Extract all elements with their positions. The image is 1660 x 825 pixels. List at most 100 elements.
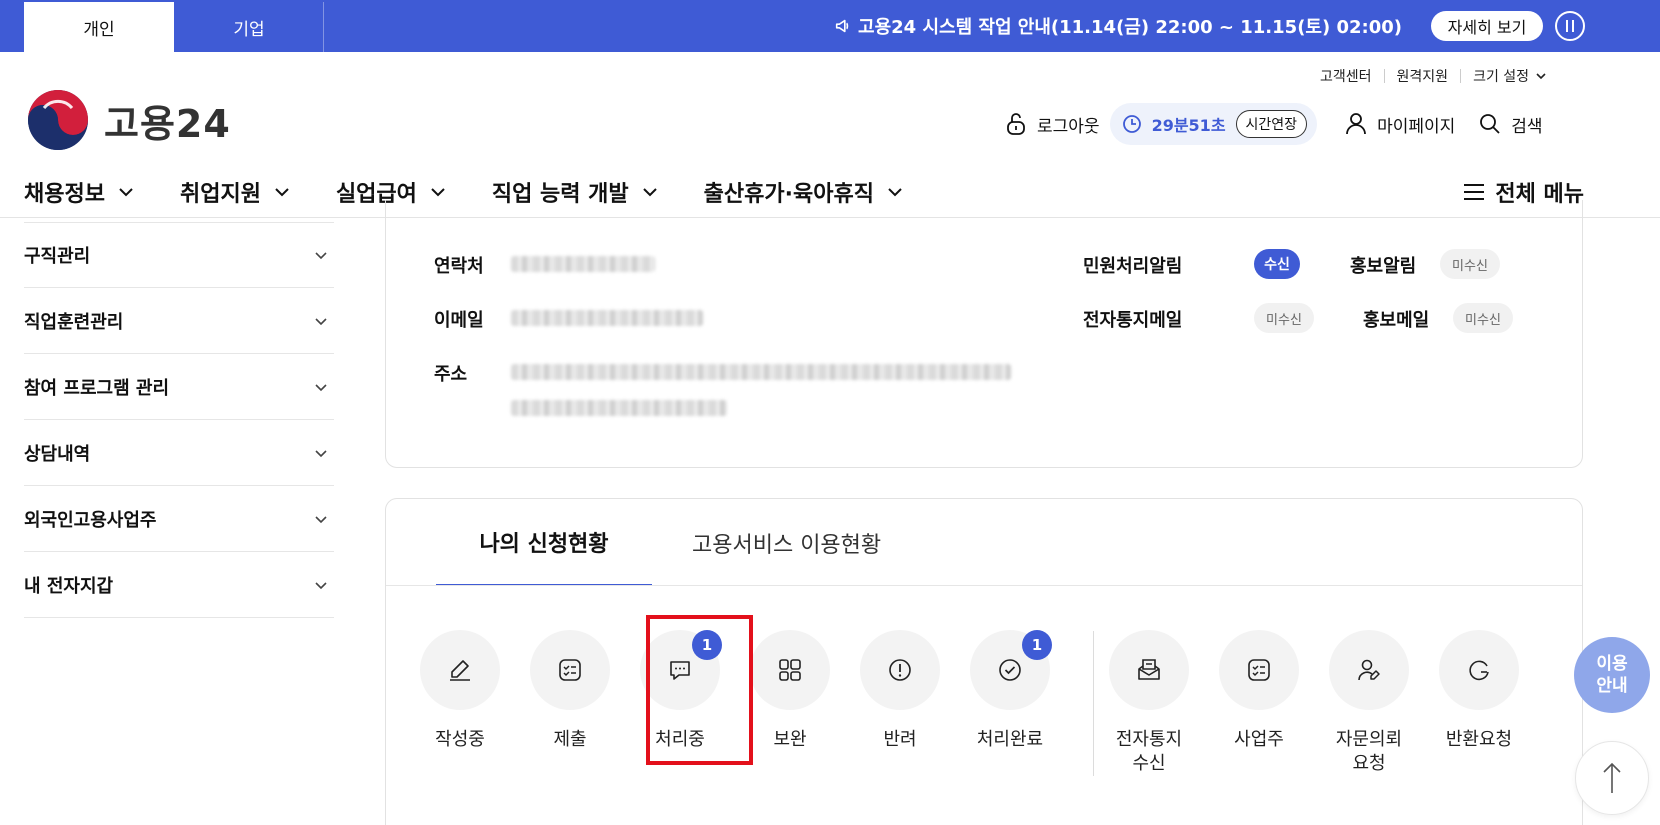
highlight-processing xyxy=(646,615,753,765)
topbar-divider xyxy=(323,2,324,52)
pencil-icon xyxy=(450,660,470,681)
checklist-icon xyxy=(1248,659,1270,681)
civil-alert-badge: 수신 xyxy=(1254,249,1300,279)
usage-guide-button[interactable]: 이용 안내 xyxy=(1574,637,1650,713)
tab-service-usage[interactable]: 고용서비스 이용현황 xyxy=(652,499,921,586)
tab-my-applications[interactable]: 나의 신청현황 xyxy=(436,499,652,586)
status-item-completed[interactable]: 1 처리완료 xyxy=(955,630,1065,752)
address-value-redacted xyxy=(511,364,1011,380)
status-item-drafting[interactable]: 작성중 xyxy=(405,630,515,752)
sidebar-item-label: 참여 프로그램 관리 xyxy=(24,377,170,399)
sidebar-item-counseling[interactable]: 상담내역 xyxy=(24,420,334,486)
mypage-label: 마이페이지 xyxy=(1377,116,1456,137)
profile-card: 연락처 이메일 주소 민원처리알림 수신 홍보알림 미수신 전자통지메일 미수신… xyxy=(385,200,1583,468)
sidebar-item-foreign-employer[interactable]: 외국인고용사업주 xyxy=(24,486,334,552)
status-label: 자문의뢰 요청 xyxy=(1335,729,1403,775)
taegeuk-logo-icon xyxy=(28,90,88,150)
pause-button[interactable] xyxy=(1555,11,1585,41)
chevron-down-icon xyxy=(275,188,289,197)
chevron-down-icon xyxy=(315,383,327,391)
notice-text: 고용24 시스템 작업 안내(11.14(금) 22:00 ~ 11.15(토)… xyxy=(858,17,1402,38)
status-label: 처리완료 xyxy=(976,729,1044,750)
search-button[interactable]: 검색 xyxy=(1479,112,1543,137)
logout-button[interactable]: 로그아웃 xyxy=(1005,112,1100,137)
status-label: 반려 xyxy=(883,729,917,750)
system-notice[interactable]: 고용24 시스템 작업 안내(11.14(금) 22:00 ~ 11.15(토)… xyxy=(834,0,1402,52)
chevron-down-icon xyxy=(888,188,902,197)
remote-support-link[interactable]: 원격지원 xyxy=(1397,66,1449,86)
status-item-advisory-request[interactable]: 자문의뢰 요청 xyxy=(1314,630,1424,777)
email-label: 이메일 xyxy=(434,310,484,331)
mypage-link[interactable]: 마이페이지 xyxy=(1345,112,1455,137)
gnb-menu-label: 채용정보 xyxy=(24,182,105,207)
logo-text: 고용24 xyxy=(104,101,231,146)
megaphone-icon xyxy=(835,19,849,33)
promo-alert-badge: 미수신 xyxy=(1440,249,1500,279)
grid-icon xyxy=(779,659,801,681)
status-item-employer[interactable]: 사업주 xyxy=(1204,630,1314,752)
sidebar: 구직관리 직업훈련관리 참여 프로그램 관리 상담내역 외국인고용사업주 내 전… xyxy=(24,222,334,618)
tab-personal[interactable]: 개인 xyxy=(24,2,174,52)
top-banner: 개인 기업 고용24 시스템 작업 안내(11.14(금) 22:00 ~ 11… xyxy=(0,0,1660,52)
sidebar-item-training[interactable]: 직업훈련관리 xyxy=(24,288,334,354)
check-circle-icon xyxy=(999,659,1021,681)
sidebar-item-label: 상담내역 xyxy=(24,443,91,465)
sidebar-item-programs[interactable]: 참여 프로그램 관리 xyxy=(24,354,334,420)
session-timer: 29분51초 시간연장 xyxy=(1109,103,1318,145)
application-status-card: 나의 신청현황 고용서비스 이용현황 작성중 제출 1 처리중 보완 반려 1 … xyxy=(385,498,1583,825)
status-label: 반환요청 xyxy=(1445,729,1513,750)
status-item-return-request[interactable]: 반환요청 xyxy=(1424,630,1534,752)
sidebar-item-label: 내 전자지갑 xyxy=(24,575,114,597)
e-notice-mail-label: 전자통지메일 xyxy=(1083,310,1183,331)
status-item-e-notice[interactable]: 전자통지 수신 xyxy=(1094,630,1204,777)
status-item-submitted[interactable]: 제출 xyxy=(515,630,625,752)
exclamation-circle-icon xyxy=(889,659,911,681)
logout-label: 로그아웃 xyxy=(1037,116,1100,137)
search-icon xyxy=(1480,114,1500,134)
status-label: 사업주 xyxy=(1234,729,1284,750)
tab-divider xyxy=(386,585,1582,586)
status-label: 작성중 xyxy=(435,729,485,750)
scroll-top-button[interactable] xyxy=(1575,741,1649,815)
inbox-icon xyxy=(1138,659,1160,680)
contact-label: 연락처 xyxy=(434,256,484,277)
font-size-setting[interactable]: 크기 설정 xyxy=(1473,66,1529,86)
user-icon xyxy=(1346,113,1366,135)
detail-button[interactable]: 자세히 보기 xyxy=(1431,11,1543,41)
contact-value-redacted xyxy=(511,256,655,272)
logo[interactable]: 고용24 xyxy=(26,88,231,152)
chevron-down-icon xyxy=(315,449,327,457)
chevron-down-icon xyxy=(315,317,327,325)
email-value-redacted xyxy=(511,310,703,326)
gnb-menu-jobs[interactable]: 채용정보 xyxy=(24,176,135,208)
customer-center-link[interactable]: 고객센터 xyxy=(1320,66,1372,86)
user-edit-icon xyxy=(1358,659,1380,681)
chevron-down-icon xyxy=(119,188,133,197)
refresh-icon xyxy=(1469,660,1489,681)
status-label: 전자통지 수신 xyxy=(1115,729,1183,775)
promo-mail-label: 홍보메일 xyxy=(1363,310,1430,331)
lock-icon xyxy=(1007,113,1025,135)
search-label: 검색 xyxy=(1511,116,1543,137)
arrow-up-icon xyxy=(1603,762,1621,793)
user-bar: 로그아웃 29분51초 시간연장 마이페이지 검색 xyxy=(1005,102,1543,146)
utility-links: 고객센터 원격지원 크기 설정 xyxy=(1320,66,1547,86)
extend-session-button[interactable]: 시간연장 xyxy=(1235,110,1308,138)
hamburger-icon xyxy=(1464,184,1485,200)
chevron-down-icon xyxy=(431,188,445,197)
status-item-rejected[interactable]: 반려 xyxy=(845,630,955,752)
sidebar-item-job-seeking[interactable]: 구직관리 xyxy=(24,222,334,288)
sidebar-item-label: 직업훈련관리 xyxy=(24,311,124,333)
gnb-menu-employment-support[interactable]: 취업지원 xyxy=(180,176,291,208)
count-badge: 1 xyxy=(1022,630,1052,660)
timer-value: 29분51초 xyxy=(1151,116,1226,135)
address-label: 주소 xyxy=(434,364,468,385)
sidebar-item-label: 외국인고용사업주 xyxy=(24,509,157,531)
chevron-down-icon xyxy=(315,581,327,589)
sidebar-item-wallet[interactable]: 내 전자지갑 xyxy=(24,552,334,618)
address-value-redacted-line2 xyxy=(511,400,727,416)
tab-corporate[interactable]: 기업 xyxy=(174,2,324,52)
civil-alert-label: 민원처리알림 xyxy=(1083,256,1183,277)
chevron-down-icon xyxy=(315,515,327,523)
chevron-down-icon xyxy=(642,188,657,197)
